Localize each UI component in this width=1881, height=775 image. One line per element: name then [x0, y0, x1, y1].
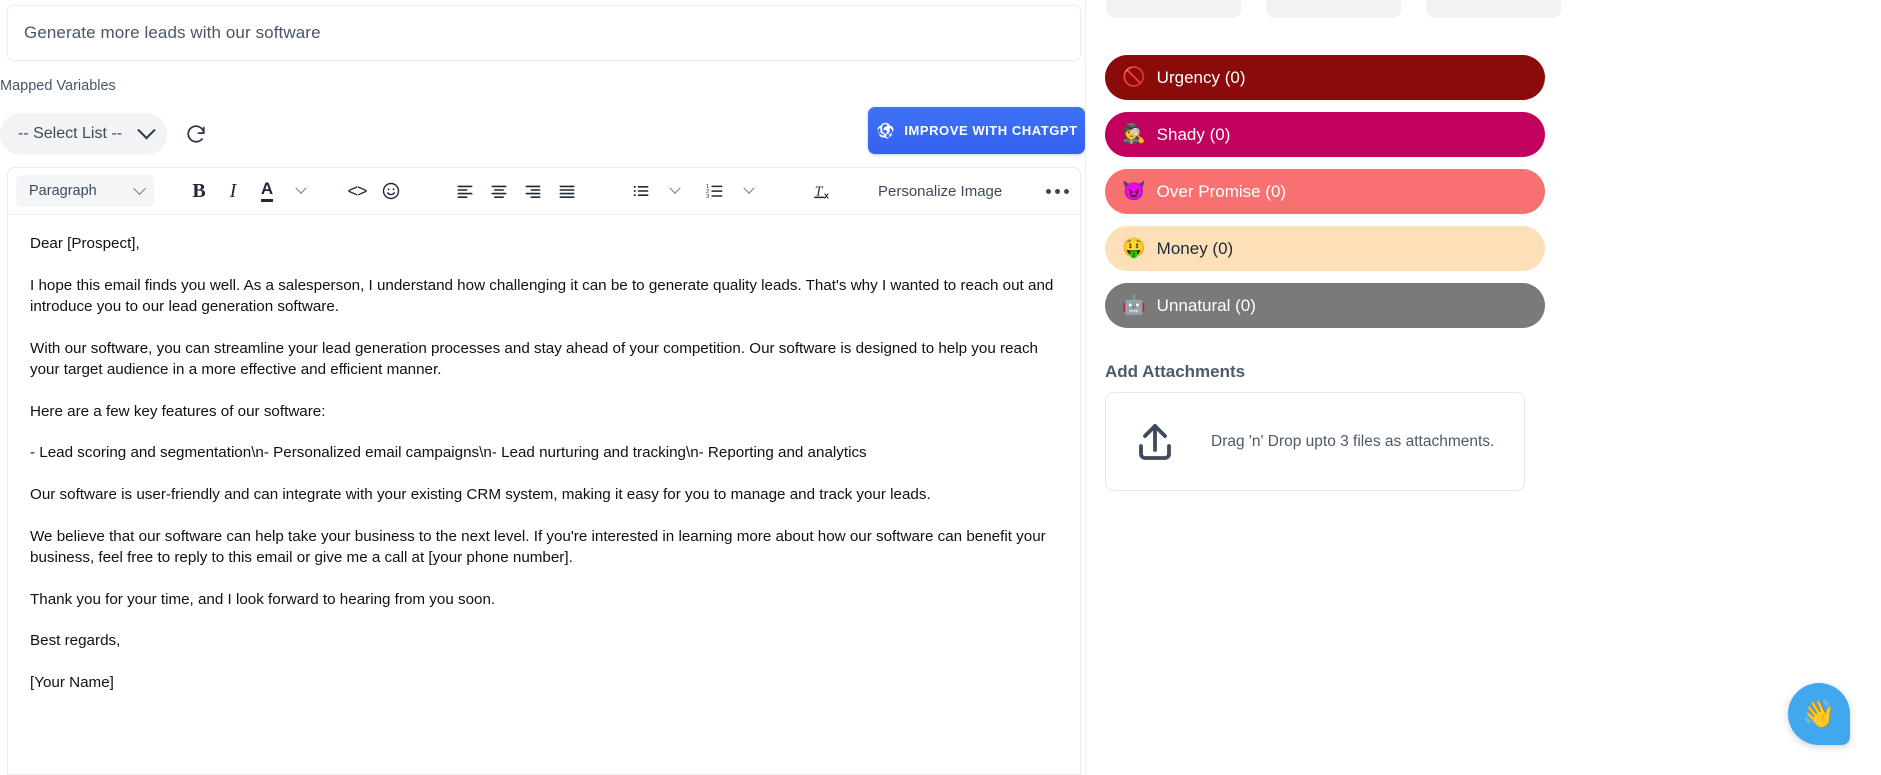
add-attachments-heading: Add Attachments — [1105, 362, 1246, 381]
chat-widget-button[interactable]: 👋 — [1788, 683, 1850, 745]
improve-with-chatgpt-button[interactable]: IMPROVE WITH CHATGPT — [868, 107, 1085, 154]
align-right-button[interactable] — [516, 174, 550, 208]
numbered-list-dropdown[interactable] — [732, 174, 766, 208]
align-center-button[interactable] — [482, 174, 516, 208]
clear-formatting-button[interactable]: T x — [806, 174, 840, 208]
tag-unnatural[interactable]: 🤖 Unnatural (0) — [1105, 283, 1545, 328]
email-paragraph: Our software is user-friendly and can in… — [30, 486, 931, 504]
email-paragraph: I hope this email finds you well. As a s… — [30, 276, 1054, 316]
dot — [1046, 188, 1052, 194]
spam-tag-list: 🚫 Urgency (0) 🕵️ Shady (0) 😈 Over Promis… — [1105, 55, 1545, 328]
top-action-button-3[interactable] — [1426, 0, 1561, 18]
top-action-buttons — [1106, 0, 1561, 18]
robot-icon: 🤖 — [1122, 295, 1146, 316]
mapped-variables-label: Mapped Variables — [0, 78, 116, 94]
emoji-button[interactable] — [374, 174, 408, 208]
top-action-button-2[interactable] — [1266, 0, 1401, 18]
more-options-icon[interactable] — [1046, 188, 1070, 194]
align-justify-button[interactable] — [550, 174, 584, 208]
font-color-dropdown[interactable] — [284, 174, 318, 208]
tag-label: Over Promise (0) — [1156, 181, 1287, 201]
bullet-list-button[interactable] — [624, 174, 658, 208]
composer-left-panel: Generate more leads with our software Ma… — [0, 0, 1085, 775]
email-body-editable[interactable]: Dear [Prospect], I hope this email finds… — [8, 215, 1080, 724]
improve-button-label: IMPROVE WITH CHATGPT — [904, 123, 1078, 138]
personalize-image-button[interactable]: Personalize Image — [878, 183, 1002, 200]
email-paragraph: Thank you for your time, and I look forw… — [30, 590, 496, 608]
email-composer-page: Generate more leads with our software Ma… — [0, 0, 1881, 775]
refresh-icon[interactable] — [183, 121, 209, 147]
money-face-icon: 🤑 — [1122, 238, 1146, 259]
attachment-dropzone[interactable]: Drag 'n' Drop upto 3 files as attachment… — [1105, 392, 1525, 491]
italic-button[interactable]: I — [216, 174, 250, 208]
tag-label: Urgency (0) — [1156, 67, 1246, 87]
block-format-dropdown[interactable]: Paragraph — [16, 175, 154, 207]
devil-icon: 😈 — [1122, 181, 1146, 202]
email-paragraph: Here are a few key features of our softw… — [30, 402, 326, 420]
subject-input[interactable]: Generate more leads with our software — [7, 5, 1081, 61]
tag-shady[interactable]: 🕵️ Shady (0) — [1105, 112, 1545, 157]
mapped-variables-row: -- Select List -- — [0, 113, 209, 155]
tag-label: Shady (0) — [1156, 124, 1231, 144]
font-color-button[interactable]: A — [250, 174, 284, 208]
tag-over-promise[interactable]: 😈 Over Promise (0) — [1105, 169, 1545, 214]
chevron-down-icon — [743, 182, 755, 194]
email-paragraph: [Your Name] — [30, 673, 114, 691]
svg-text:T: T — [815, 184, 824, 199]
email-paragraph: With our software, you can streamline yo… — [30, 339, 1038, 379]
openai-logo-icon — [877, 122, 894, 139]
svg-text:3: 3 — [706, 194, 709, 200]
waving-hand-icon: 👋 — [1802, 698, 1836, 729]
tag-money[interactable]: 🤑 Money (0) — [1105, 226, 1545, 271]
email-paragraph: - Lead scoring and segmentation\n- Perso… — [30, 444, 867, 462]
tag-label: Money (0) — [1156, 238, 1234, 258]
source-code-button[interactable]: <> — [340, 174, 374, 208]
chevron-down-icon — [295, 182, 307, 194]
dropzone-text: Drag 'n' Drop upto 3 files as attachment… — [1211, 432, 1495, 450]
subject-value: Generate more leads with our software — [24, 23, 321, 42]
dot — [1055, 188, 1061, 194]
chevron-down-icon — [669, 182, 681, 194]
top-action-button-1[interactable] — [1106, 0, 1241, 18]
block-format-value: Paragraph — [29, 183, 97, 199]
email-paragraph: Best regards, — [30, 632, 121, 650]
chevron-down-icon — [137, 120, 156, 139]
select-list-dropdown[interactable]: -- Select List -- — [0, 113, 168, 155]
no-entry-icon: 🚫 — [1122, 67, 1146, 88]
detective-icon: 🕵️ — [1122, 124, 1146, 145]
composer-right-panel: 🚫 Urgency (0) 🕵️ Shady (0) 😈 Over Promis… — [1085, 0, 1881, 775]
editor-toolbar: Paragraph B I A <> 1 2 3 T x Personalize… — [8, 168, 1080, 215]
tag-urgency[interactable]: 🚫 Urgency (0) — [1105, 55, 1545, 100]
tag-label: Unnatural (0) — [1156, 295, 1256, 315]
upload-icon — [1139, 423, 1171, 460]
bold-button[interactable]: B — [182, 174, 216, 208]
bullet-list-dropdown[interactable] — [658, 174, 692, 208]
numbered-list-button[interactable]: 1 2 3 — [698, 174, 732, 208]
rich-text-editor: Paragraph B I A <> 1 2 3 T x Personalize… — [7, 167, 1081, 775]
email-paragraph: We believe that our software can help ta… — [30, 527, 1046, 567]
svg-text:x: x — [824, 190, 830, 200]
dot — [1064, 188, 1070, 194]
chevron-down-icon — [133, 181, 146, 195]
email-paragraph: Dear [Prospect], — [30, 235, 140, 252]
select-list-value: -- Select List -- — [18, 125, 123, 142]
align-left-button[interactable] — [448, 174, 482, 208]
